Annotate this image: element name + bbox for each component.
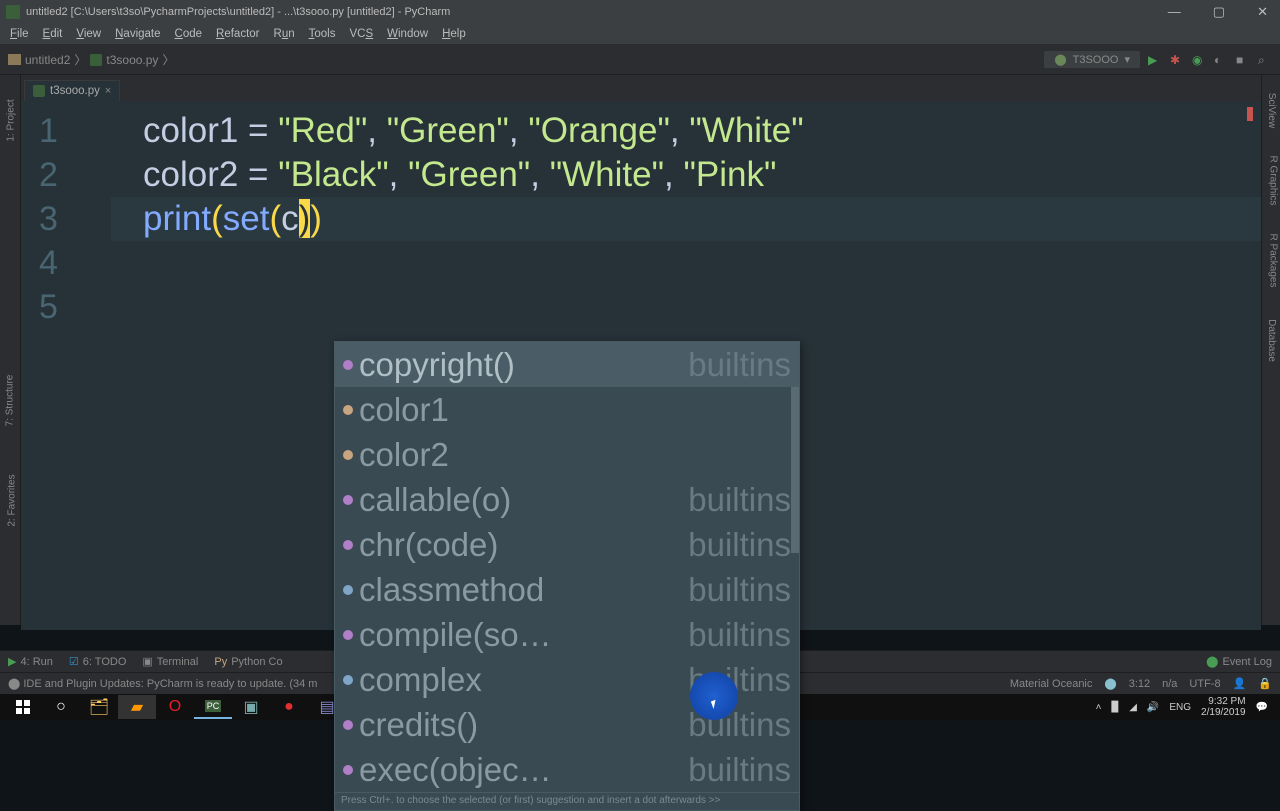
autocomplete-item[interactable]: color2	[335, 432, 799, 477]
autocomplete-popup[interactable]: copyright()builtinscolor1color2callable(…	[334, 341, 800, 811]
python-icon	[90, 54, 102, 66]
crumb-project[interactable]: untitled2	[25, 53, 70, 67]
completion-kind-icon	[343, 675, 353, 685]
autocomplete-item[interactable]: classmethodbuiltins	[335, 567, 799, 612]
autocomplete-item[interactable]: callable(o)builtins	[335, 477, 799, 522]
tool-terminal[interactable]: ▣Terminal	[142, 655, 198, 668]
status-inspections[interactable]: 👤	[1233, 677, 1247, 690]
autocomplete-item[interactable]: exec(objec…builtins	[335, 747, 799, 792]
status-selection: n/a	[1162, 678, 1177, 690]
tray-battery-icon[interactable]: ▉	[1112, 702, 1120, 713]
search-icon[interactable]: ⌕	[1258, 53, 1272, 67]
tool-favorites[interactable]: 2: Favorites	[7, 474, 18, 526]
tray-lang[interactable]: ENG	[1169, 702, 1191, 713]
app-icon-1[interactable]: ▣	[232, 695, 270, 719]
tool-todo[interactable]: ☑6: TODO	[69, 655, 126, 668]
editor-tabs: t3sooo.py ×	[0, 75, 1280, 101]
menu-run[interactable]: Run	[274, 28, 295, 40]
gutter[interactable]: 1 2 3 4 5	[21, 101, 111, 630]
tool-sciview[interactable]: SciView	[1266, 93, 1277, 128]
completion-kind-icon	[343, 765, 353, 775]
menu-vcs[interactable]: VCS	[349, 28, 373, 40]
completion-kind-icon	[343, 405, 353, 415]
window-title: untitled2 [C:\Users\t3so\PycharmProjects…	[26, 6, 450, 18]
tray-network-icon[interactable]: ◢	[1129, 702, 1137, 713]
run-config-selector[interactable]: ⬤ T3SOOO ▾	[1044, 51, 1140, 68]
menu-file[interactable]: File	[10, 28, 29, 40]
autocomplete-item[interactable]: chr(code)builtins	[335, 522, 799, 567]
tool-python-console[interactable]: PyPython Co	[214, 656, 282, 668]
autocomplete-item[interactable]: compile(so…builtins	[335, 612, 799, 657]
python-icon	[33, 85, 45, 97]
status-encoding[interactable]: UTF-8	[1189, 678, 1220, 690]
menu-refactor[interactable]: Refactor	[216, 28, 259, 40]
menu-view[interactable]: View	[76, 28, 101, 40]
status-lock-icon[interactable]: 🔒	[1258, 677, 1272, 690]
crumb-file[interactable]: t3sooo.py	[106, 53, 158, 67]
update-notice[interactable]: ⬤ IDE and Plugin Updates: PyCharm is rea…	[8, 677, 317, 690]
profile-icon[interactable]: ◐	[1214, 53, 1228, 67]
tool-rpackages[interactable]: R Packages	[1267, 234, 1278, 288]
tray-notifications-icon[interactable]: 💬	[1256, 702, 1268, 713]
tray-clock[interactable]: 9:32 PM 2/19/2019	[1201, 696, 1246, 718]
maximize-button[interactable]: ▢	[1207, 4, 1231, 20]
window-titlebar: untitled2 [C:\Users\t3so\PycharmProjects…	[0, 0, 1280, 23]
completion-kind-icon	[343, 360, 353, 370]
tray-up-icon[interactable]: ˄	[1096, 702, 1102, 713]
pycharm-icon[interactable]: PC	[194, 695, 232, 719]
completion-kind-icon	[343, 720, 353, 730]
record-icon[interactable]: ●	[270, 695, 308, 719]
search-icon[interactable]: ○	[42, 695, 80, 719]
explorer-icon[interactable]: 🗂	[80, 695, 118, 719]
folder-icon	[8, 54, 21, 65]
tab-close-icon[interactable]: ×	[105, 85, 111, 97]
menu-edit[interactable]: Edit	[43, 28, 63, 40]
completion-kind-icon	[343, 630, 353, 640]
sublime-icon[interactable]: ▰	[118, 695, 156, 719]
menu-code[interactable]: Code	[175, 28, 203, 40]
cursor-highlight	[690, 672, 738, 720]
cursor-icon	[711, 699, 720, 709]
left-tool-strip: 1: Project 7: Structure 2: Favorites	[0, 75, 21, 625]
tool-database[interactable]: Database	[1266, 319, 1277, 362]
tool-structure[interactable]: 7: Structure	[4, 375, 15, 427]
code-content[interactable]: color1 = "Red", "Green", "Orange", "Whit…	[143, 109, 1261, 241]
tool-project[interactable]: 1: Project	[6, 99, 17, 141]
completion-kind-icon	[343, 585, 353, 595]
completion-kind-icon	[343, 540, 353, 550]
opera-icon[interactable]: O	[156, 695, 194, 719]
coverage-icon[interactable]: ◉	[1192, 53, 1206, 67]
stop-icon[interactable]: ■	[1236, 53, 1250, 67]
autocomplete-hint: Press Ctrl+. to choose the selected (or …	[335, 792, 799, 810]
event-log[interactable]: ⬤Event Log	[1206, 655, 1272, 668]
menu-help[interactable]: Help	[442, 28, 466, 40]
tool-run[interactable]: ▶4: Run	[8, 655, 53, 668]
code-editor[interactable]: 1 2 3 4 5 color1 = "Red", "Green", "Oran…	[21, 101, 1261, 630]
menu-tools[interactable]: Tools	[309, 28, 336, 40]
tab-t3sooo[interactable]: t3sooo.py ×	[24, 80, 120, 101]
completion-kind-icon	[343, 450, 353, 460]
close-button[interactable]: ✕	[1251, 4, 1274, 20]
tool-rgraphics[interactable]: R Graphics	[1268, 155, 1279, 205]
menu-navigate[interactable]: Navigate	[115, 28, 160, 40]
start-button[interactable]	[4, 695, 42, 719]
autocomplete-item[interactable]: color1	[335, 387, 799, 432]
completion-kind-icon	[343, 495, 353, 505]
run-icon[interactable]: ▶	[1148, 53, 1162, 67]
nav-bar: untitled2 〉 t3sooo.py 〉 ⬤ T3SOOO ▾ ▶ ✱ ◉…	[0, 45, 1280, 75]
debug-icon[interactable]: ✱	[1170, 53, 1184, 67]
menu-bar: File Edit View Navigate Code Refactor Ru…	[0, 23, 1280, 45]
status-theme-dot: ⬤	[1104, 677, 1116, 690]
status-theme[interactable]: Material Oceanic	[1010, 678, 1093, 690]
right-tool-strip: SciView R Graphics R Packages Database	[1261, 75, 1280, 625]
minimize-button[interactable]: —	[1162, 4, 1187, 20]
app-icon	[6, 5, 20, 19]
status-position[interactable]: 3:12	[1129, 678, 1150, 690]
autocomplete-item[interactable]: copyright()builtins	[335, 342, 799, 387]
tray-volume-icon[interactable]: 🔊	[1147, 702, 1159, 713]
menu-window[interactable]: Window	[387, 28, 428, 40]
